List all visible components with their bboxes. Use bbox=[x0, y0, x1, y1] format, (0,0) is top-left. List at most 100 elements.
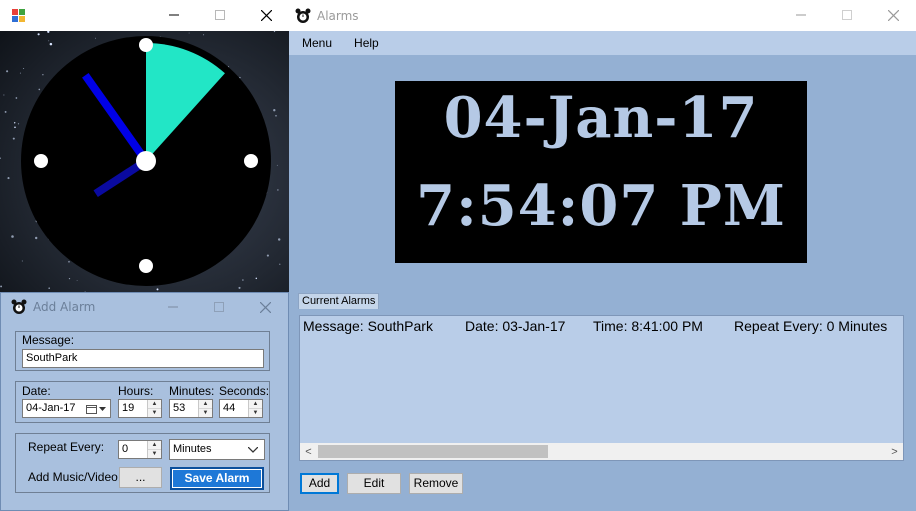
star bbox=[3, 94, 5, 96]
add-alarm-titlebar[interactable]: Add Alarm bbox=[1, 293, 288, 321]
star bbox=[0, 285, 3, 288]
star bbox=[68, 277, 71, 280]
chevron-down-icon bbox=[99, 406, 106, 411]
star bbox=[12, 137, 15, 140]
maximize-button[interactable] bbox=[197, 0, 243, 30]
scroll-right-icon[interactable]: > bbox=[886, 443, 903, 460]
add-alarm-minimize-button[interactable] bbox=[150, 293, 196, 321]
main-titlebar[interactable]: Alarms bbox=[289, 0, 916, 31]
marker-9 bbox=[34, 154, 48, 168]
music-label: Add Music/Video: bbox=[28, 470, 122, 484]
star bbox=[188, 32, 190, 34]
star bbox=[7, 177, 10, 180]
star bbox=[37, 33, 40, 36]
message-input[interactable]: SouthPark bbox=[22, 349, 264, 368]
minutes-stepper[interactable]: 53 ▲ ▼ bbox=[169, 399, 213, 418]
seconds-up-icon[interactable]: ▲ bbox=[249, 400, 262, 409]
minimize-button[interactable] bbox=[151, 0, 197, 30]
main-close-button[interactable] bbox=[870, 0, 916, 30]
star bbox=[17, 123, 20, 125]
date-label: Date: bbox=[22, 384, 51, 398]
message-label: Message: bbox=[22, 333, 75, 347]
star bbox=[38, 88, 41, 91]
seconds-stepper[interactable]: 44 ▲ ▼ bbox=[219, 399, 263, 418]
alarms-main-window: Alarms Menu Help 04-Jan-17 7:54:07 PM Cu… bbox=[289, 0, 916, 511]
menu-item-menu[interactable]: Menu bbox=[302, 36, 332, 50]
alarm-list[interactable]: Message: SouthPark Date: 03-Jan-17 Time:… bbox=[299, 315, 904, 461]
star bbox=[19, 72, 21, 74]
add-alarm-maximize-button[interactable] bbox=[196, 293, 242, 321]
windows-form-icon bbox=[12, 8, 26, 23]
star bbox=[276, 164, 278, 166]
add-alarm-window: Add Alarm Message: SouthPark Date: Hours… bbox=[0, 292, 289, 511]
star bbox=[242, 279, 244, 281]
seconds-value: 44 bbox=[223, 402, 236, 414]
star bbox=[68, 260, 70, 263]
star bbox=[76, 280, 78, 282]
add-button[interactable]: Add bbox=[300, 473, 339, 494]
scroll-left-icon[interactable]: < bbox=[300, 443, 317, 460]
minutes-down-icon[interactable]: ▼ bbox=[199, 409, 212, 417]
hours-stepper[interactable]: 19 ▲ ▼ bbox=[118, 399, 162, 418]
repeat-value: 0 bbox=[122, 443, 129, 455]
seconds-down-icon[interactable]: ▼ bbox=[249, 409, 262, 417]
star bbox=[255, 277, 258, 280]
calendar-dropdown-icon[interactable] bbox=[86, 400, 106, 417]
remove-button[interactable]: Remove bbox=[409, 473, 463, 494]
repeat-up-icon[interactable]: ▲ bbox=[148, 441, 161, 450]
save-alarm-button[interactable]: Save Alarm bbox=[170, 467, 264, 490]
star bbox=[15, 97, 18, 99]
minutes-up-icon[interactable]: ▲ bbox=[199, 400, 212, 409]
alarm-time: Time: 8:41:00 PM bbox=[593, 318, 703, 334]
maximize-icon bbox=[842, 10, 852, 20]
current-alarms-label: Current Alarms bbox=[298, 293, 380, 309]
digital-clock-panel: 04-Jan-17 7:54:07 PM bbox=[395, 81, 807, 263]
horizontal-scrollbar[interactable]: < > bbox=[300, 443, 903, 460]
star bbox=[11, 235, 14, 238]
maximize-icon bbox=[214, 302, 224, 312]
clock-window-titlebar[interactable] bbox=[0, 0, 289, 31]
star bbox=[156, 288, 159, 291]
maximize-icon bbox=[215, 10, 225, 20]
browse-music-button[interactable]: ... bbox=[119, 467, 162, 488]
scroll-thumb[interactable] bbox=[318, 445, 548, 458]
main-title: Alarms bbox=[317, 8, 359, 23]
star bbox=[48, 40, 50, 42]
main-maximize-button[interactable] bbox=[824, 0, 870, 30]
repeat-unit-value: Minutes bbox=[173, 443, 212, 455]
alarm-message: Message: SouthPark bbox=[303, 318, 433, 334]
repeat-stepper[interactable]: 0 ▲ ▼ bbox=[118, 440, 162, 459]
calendar-icon bbox=[86, 404, 97, 414]
star bbox=[238, 286, 241, 289]
chevron-down-icon bbox=[248, 447, 258, 453]
minimize-icon bbox=[796, 14, 806, 16]
edit-button[interactable]: Edit bbox=[347, 473, 401, 494]
date-picker[interactable]: 04-Jan-17 bbox=[22, 399, 111, 418]
hours-down-icon[interactable]: ▼ bbox=[148, 409, 161, 417]
marker-3 bbox=[244, 154, 258, 168]
star bbox=[13, 122, 16, 124]
star bbox=[266, 254, 269, 257]
add-alarm-title: Add Alarm bbox=[33, 300, 96, 314]
clock-center bbox=[136, 151, 156, 171]
star bbox=[275, 115, 277, 117]
star bbox=[34, 236, 38, 240]
menu-item-help[interactable]: Help bbox=[354, 36, 379, 50]
hours-up-icon[interactable]: ▲ bbox=[148, 400, 161, 409]
repeat-unit-select[interactable]: Minutes bbox=[169, 439, 265, 460]
minutes-label: Minutes: bbox=[169, 384, 215, 398]
repeat-down-icon[interactable]: ▼ bbox=[148, 450, 161, 458]
main-minimize-button[interactable] bbox=[778, 0, 824, 30]
menu-bar: Menu Help bbox=[289, 31, 916, 55]
star bbox=[277, 189, 279, 191]
star bbox=[48, 287, 50, 290]
close-button[interactable] bbox=[243, 0, 289, 30]
alarm-date: Date: 03-Jan-17 bbox=[465, 318, 566, 334]
time-display: 7:54:07 PM bbox=[416, 173, 786, 239]
close-icon bbox=[887, 9, 899, 21]
minimize-icon bbox=[168, 306, 178, 308]
marker-12 bbox=[139, 38, 153, 52]
clock-face-area bbox=[0, 30, 289, 292]
alarm-repeat: Repeat Every: 0 Minutes bbox=[734, 318, 888, 334]
add-alarm-close-button[interactable] bbox=[242, 293, 288, 321]
